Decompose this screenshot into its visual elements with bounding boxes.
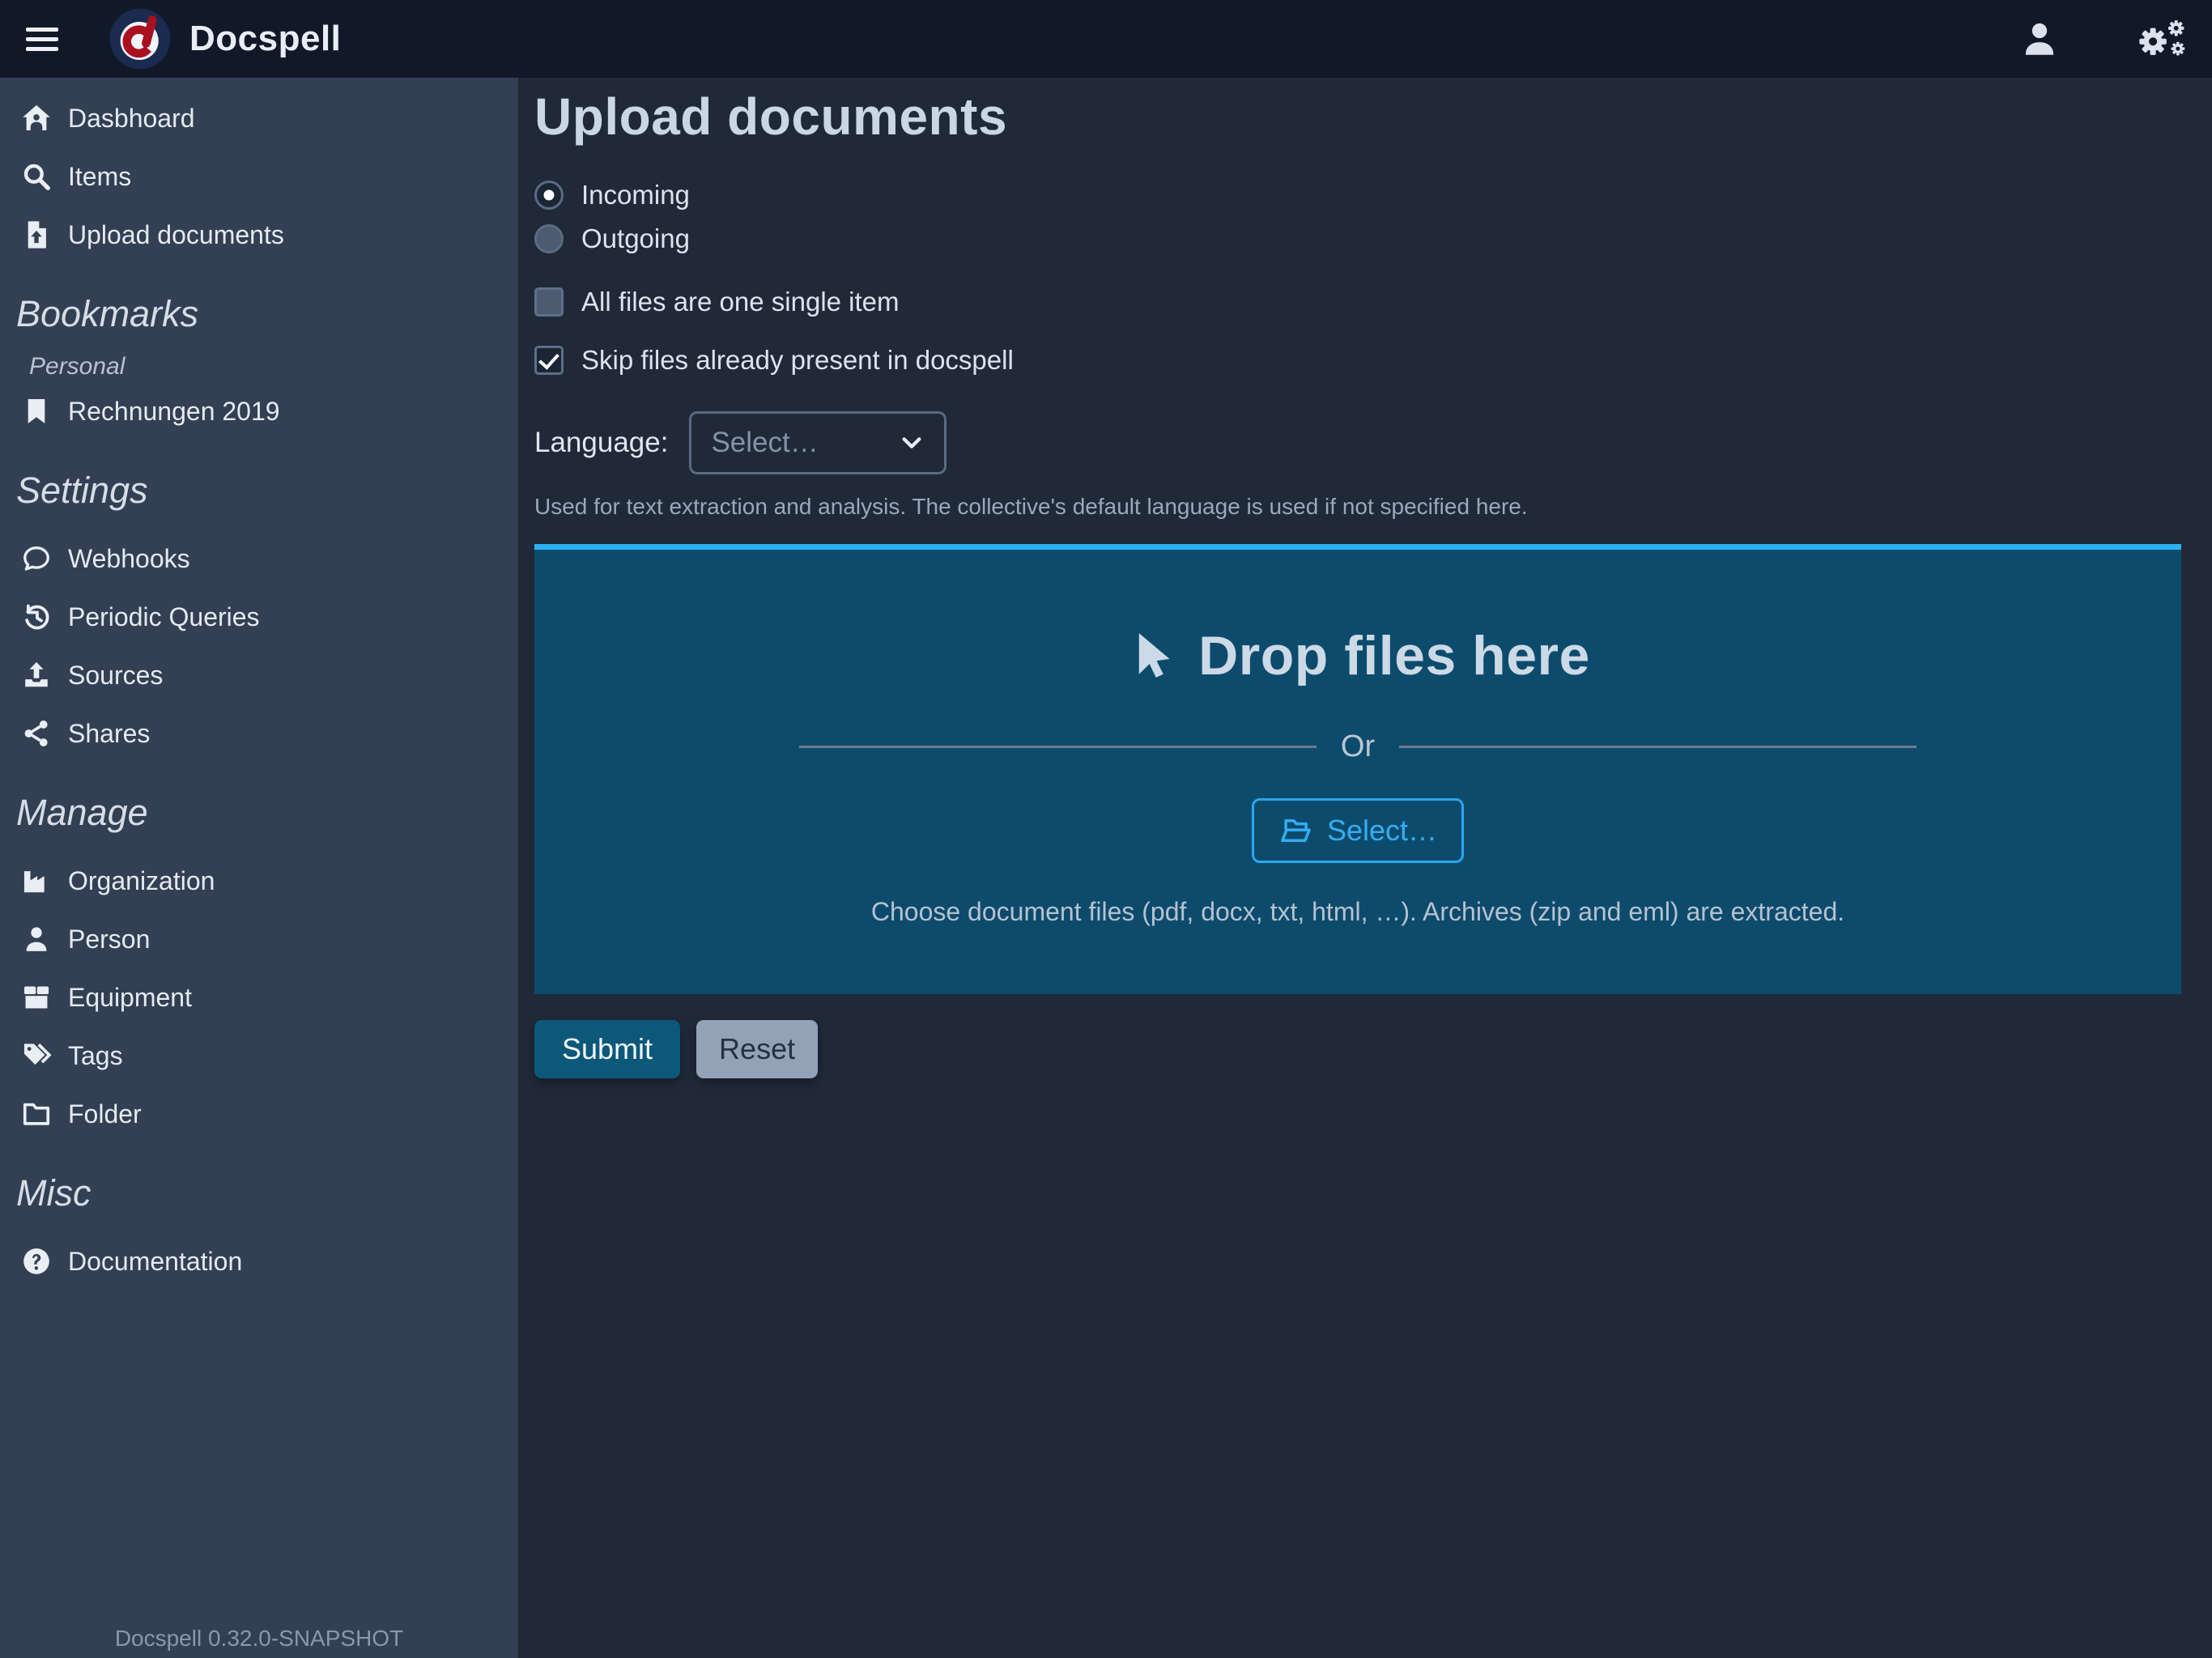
sidebar-item-upload-documents[interactable]: Upload documents	[0, 206, 518, 264]
checkbox-label: All files are one single item	[581, 287, 900, 317]
search-icon	[21, 161, 52, 192]
language-row: Language: Select…	[534, 411, 2181, 474]
box-icon	[21, 982, 52, 1013]
sidebar-item-tags[interactable]: Tags	[0, 1027, 518, 1085]
checkbox-label: Skip files already present in docspell	[581, 345, 1014, 376]
sidebar-subsection-personal: Personal	[0, 353, 518, 380]
sidebar-item-sources[interactable]: Sources	[0, 646, 518, 704]
file-upload-icon	[21, 219, 52, 250]
house-icon	[21, 103, 52, 134]
reset-button[interactable]: Reset	[696, 1020, 818, 1078]
topbar: Docspell	[0, 0, 2212, 78]
checkbox-icon	[534, 346, 564, 375]
tags-icon	[21, 1040, 52, 1071]
sidebar-section-manage: Manage	[0, 792, 518, 834]
sidebar-item-label: Folder	[68, 1099, 142, 1129]
docspell-logo-icon	[108, 7, 172, 70]
sidebar-item-equipment[interactable]: Equipment	[0, 968, 518, 1027]
settings-gears-icon[interactable]	[2134, 16, 2188, 62]
language-label: Language:	[534, 427, 668, 459]
sidebar-section-bookmarks: Bookmarks	[0, 293, 518, 335]
sidebar-item-label: Documentation	[68, 1247, 242, 1277]
direction-radio-group: Incoming Outgoing	[534, 176, 2181, 257]
form-actions: Submit Reset	[534, 1020, 2181, 1078]
sidebar-item-documentation[interactable]: Documentation	[0, 1232, 518, 1290]
page-title: Upload documents	[534, 87, 2181, 147]
sidebar-item-label: Organization	[68, 866, 215, 896]
language-select[interactable]: Select…	[689, 411, 946, 474]
sidebar-item-label: Webhooks	[68, 544, 190, 574]
sidebar-section-misc: Misc	[0, 1172, 518, 1214]
sidebar-item-organization[interactable]: Organization	[0, 852, 518, 910]
submit-button[interactable]: Submit	[534, 1020, 680, 1078]
app-window: Docspell	[0, 0, 2212, 1658]
sidebar-item-label: Shares	[68, 719, 150, 749]
radio-icon	[534, 224, 564, 253]
menu-icon[interactable]	[26, 28, 58, 51]
sidebar-item-periodic-queries[interactable]: Periodic Queries	[0, 588, 518, 646]
sidebar-item-webhooks[interactable]: Webhooks	[0, 529, 518, 588]
sidebar-section-settings: Settings	[0, 470, 518, 512]
chevron-down-icon	[899, 430, 925, 456]
select-files-label: Select…	[1327, 814, 1437, 848]
person-icon	[21, 924, 52, 954]
checkbox-icon	[534, 287, 564, 317]
radio-outgoing[interactable]: Outgoing	[534, 220, 2181, 257]
language-select-value: Select…	[711, 427, 818, 459]
user-account-icon[interactable]	[2019, 19, 2060, 59]
select-files-button[interactable]: Select…	[1252, 798, 1464, 863]
language-help-text: Used for text extraction and analysis. T…	[534, 494, 2181, 520]
dropzone-hint: Choose document files (pdf, docx, txt, h…	[871, 897, 1844, 927]
sidebar-item-label: Items	[68, 162, 131, 192]
sidebar-item-person[interactable]: Person	[0, 910, 518, 968]
sidebar-item-shares[interactable]: Shares	[0, 704, 518, 763]
history-icon	[21, 602, 52, 632]
radio-label: Incoming	[581, 180, 690, 210]
sidebar-item-items[interactable]: Items	[0, 147, 518, 206]
sidebar-item-bookmark-rechnungen-2019[interactable]: Rechnungen 2019	[0, 382, 518, 440]
question-circle-icon	[21, 1246, 52, 1277]
comment-icon	[21, 543, 52, 574]
sidebar-item-folder[interactable]: Folder	[0, 1085, 518, 1143]
sidebar-item-label: Equipment	[68, 983, 192, 1013]
radio-icon	[534, 181, 564, 210]
file-dropzone[interactable]: Drop files here Or Select… Choose docume…	[534, 544, 2181, 994]
bookmark-icon	[21, 396, 52, 427]
or-label: Or	[1341, 729, 1375, 764]
sidebar-item-label: Sources	[68, 661, 163, 691]
sidebar: Dasbhoard Items Upload documents Bookmar…	[0, 78, 518, 1658]
sidebar-item-label: Periodic Queries	[68, 602, 260, 632]
sidebar-item-label: Tags	[68, 1041, 123, 1071]
folder-open-icon	[1278, 814, 1312, 848]
sidebar-item-label: Dasbhoard	[68, 104, 195, 134]
or-divider: Or	[799, 729, 1916, 764]
radio-incoming[interactable]: Incoming	[534, 176, 2181, 214]
sidebar-item-label: Person	[68, 925, 150, 954]
dropzone-title: Drop files here	[1198, 624, 1590, 687]
industry-icon	[21, 865, 52, 896]
upload-icon	[21, 660, 52, 691]
app-version: Docspell 0.32.0-SNAPSHOT	[0, 1626, 518, 1652]
share-icon	[21, 718, 52, 749]
radio-label: Outgoing	[581, 223, 690, 254]
checkbox-skip-duplicates[interactable]: Skip files already present in docspell	[534, 342, 2181, 379]
sidebar-item-dashboard[interactable]: Dasbhoard	[0, 89, 518, 147]
checkbox-single-item[interactable]: All files are one single item	[534, 283, 2181, 321]
app-title: Docspell	[189, 19, 341, 59]
mouse-pointer-icon	[1125, 631, 1176, 681]
sidebar-item-label: Upload documents	[68, 220, 284, 250]
folder-icon	[21, 1099, 52, 1129]
sidebar-item-label: Rechnungen 2019	[68, 397, 280, 427]
main-content: Upload documents Incoming Outgoing All f…	[518, 78, 2212, 1658]
